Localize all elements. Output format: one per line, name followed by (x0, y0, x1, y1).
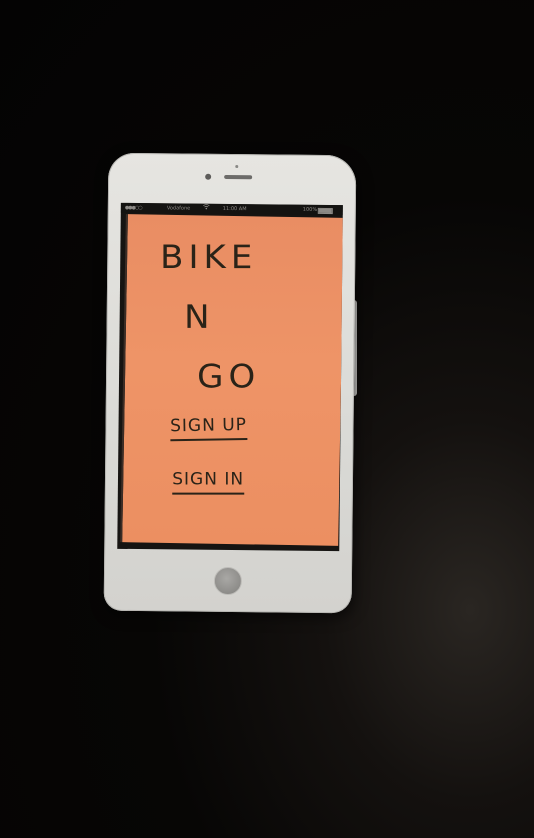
phone-screen: ●●●○○ Vodafone 11:00 AM 100% BIKE N GO S… (117, 202, 343, 552)
status-bar: ●●●○○ Vodafone 11:00 AM 100% (120, 202, 343, 216)
battery-percentage: 100% (302, 206, 318, 213)
home-button[interactable] (213, 566, 243, 596)
app-title-line-2: N (184, 298, 215, 337)
sign-up-link[interactable]: SIGN UP (169, 414, 248, 442)
status-time: 11:00 AM (222, 205, 247, 213)
sign-in-link[interactable]: SIGN IN (172, 469, 245, 495)
paper-prototype-screen: BIKE N GO SIGN UP SIGN IN (120, 214, 343, 546)
carrier-name: Vodafone (166, 205, 191, 212)
app-title-line-1: BIKE (160, 238, 258, 277)
app-title-line-3: GO (197, 357, 261, 396)
scene-background: ●●●○○ Vodafone 11:00 AM 100% BIKE N GO S… (0, 0, 534, 838)
earpiece-speaker-icon (224, 174, 253, 180)
battery-icon (317, 207, 333, 215)
wifi-icon (203, 204, 210, 214)
front-camera-icon (205, 173, 212, 180)
phone-device: ●●●○○ Vodafone 11:00 AM 100% BIKE N GO S… (103, 152, 357, 614)
proximity-sensor-icon (235, 165, 239, 169)
signal-strength-icon: ●●●○○ (124, 204, 142, 212)
